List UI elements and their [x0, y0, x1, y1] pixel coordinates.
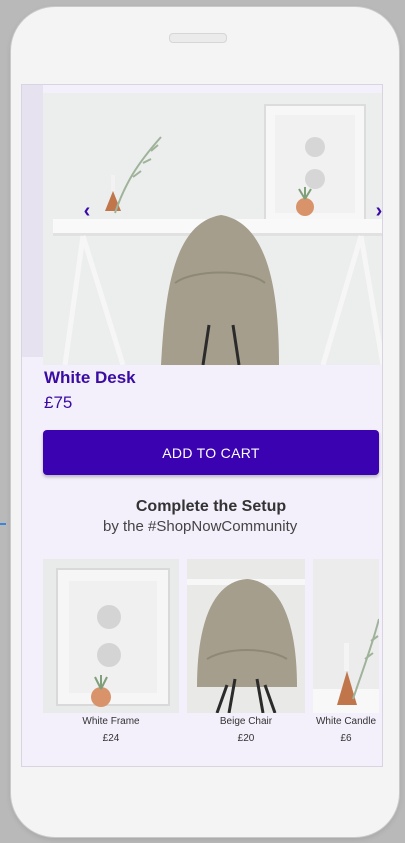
desk-scene-image — [43, 93, 382, 365]
carousel-prev-button[interactable]: ‹ — [75, 197, 99, 225]
section-title: Complete the Setup — [135, 498, 287, 515]
beige-chair-image — [187, 559, 305, 713]
phone-frame: ‹ › White Desk £75 ADD TO CART Complete … — [11, 7, 399, 837]
screen-left-margin — [22, 85, 43, 357]
phone-home-area — [11, 775, 399, 837]
chevron-right-icon: › — [375, 199, 383, 222]
item-name: White Frame — [82, 716, 140, 727]
white-candle-image — [313, 559, 379, 713]
item-price: £24 — [102, 733, 120, 744]
chevron-left-icon: ‹ — [83, 199, 91, 222]
carousel-next-button[interactable]: › — [367, 197, 383, 225]
community-item-white-candle[interactable]: White Candle £6 — [313, 559, 379, 749]
product-image-carousel[interactable]: ‹ › — [43, 93, 383, 365]
section-subtitle: by the #ShopNowCommunity — [103, 518, 298, 535]
app-screen: ‹ › White Desk £75 ADD TO CART Complete … — [21, 84, 383, 767]
product-price: £75 — [44, 393, 73, 412]
community-item-beige-chair[interactable]: Beige Chair £20 — [187, 559, 305, 749]
item-name: Beige Chair — [219, 716, 273, 727]
white-frame-image — [43, 559, 179, 713]
product-title: White Desk — [44, 368, 136, 387]
speaker-slot — [169, 33, 227, 43]
item-price: £6 — [340, 733, 352, 744]
item-price: £20 — [237, 733, 255, 744]
community-item-white-frame[interactable]: White Frame £24 — [43, 559, 179, 749]
add-to-cart-button[interactable]: ADD TO CART — [43, 430, 379, 475]
item-name: White Candle — [315, 716, 377, 727]
